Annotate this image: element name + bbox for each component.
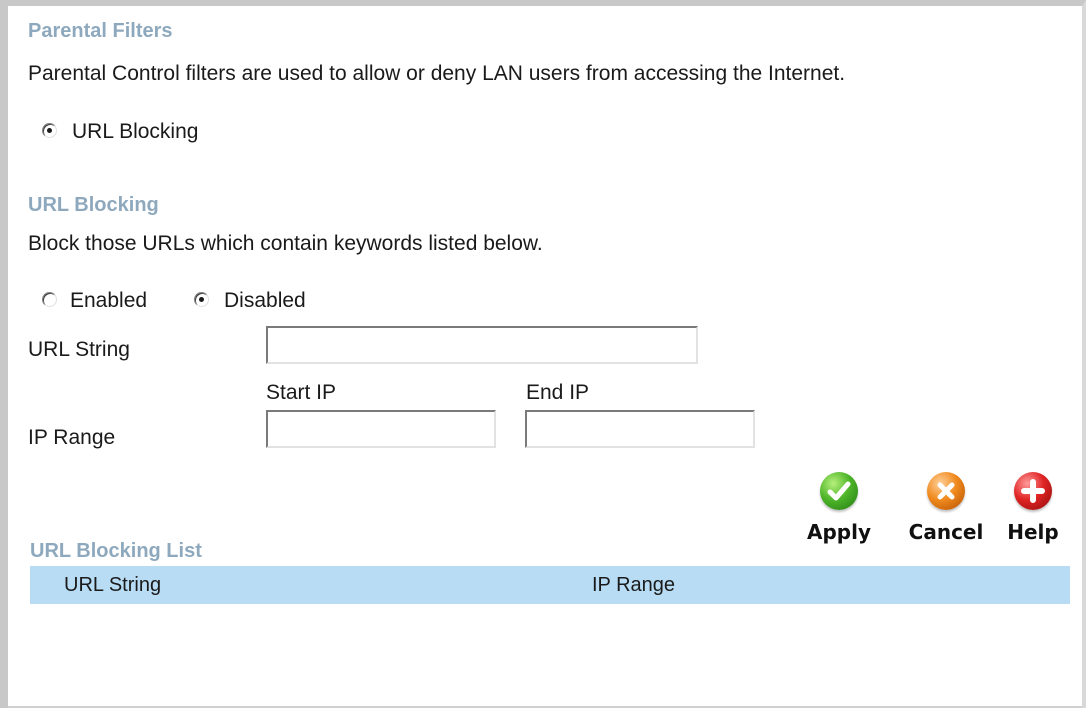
url-blocking-mode-radio[interactable] [42,123,57,138]
x-circle-icon [927,472,965,510]
disabled-label: Disabled [224,289,306,312]
check-circle-icon [820,472,858,510]
disabled-radio[interactable] [194,292,209,307]
apply-button[interactable]: Apply [794,472,884,544]
url-string-input[interactable] [266,326,698,364]
start-ip-label: Start IP [266,381,337,404]
plus-circle-icon [1014,472,1052,510]
url-blocking-description: Block those URLs which contain keywords … [28,232,543,255]
help-button[interactable]: Help [998,472,1068,544]
url-blocking-list-header: URL String IP Range [30,566,1070,604]
url-blocking-title: URL Blocking [28,194,159,216]
enabled-radio[interactable] [42,292,57,307]
ip-range-label: IP Range [28,426,116,449]
url-string-label: URL String [28,338,130,361]
page-frame: Parental Filters Parental Control filter… [0,0,1086,708]
enabled-label: Enabled [70,289,148,312]
end-ip-label: End IP [526,381,590,404]
cancel-label: Cancel [908,520,984,544]
cancel-button[interactable]: Cancel [898,472,994,544]
parental-filters-description: Parental Control filters are used to all… [28,62,846,85]
end-ip-input[interactable] [525,410,755,448]
help-label: Help [1007,520,1059,544]
url-blocking-mode-label: URL Blocking [72,120,199,143]
apply-label: Apply [806,520,871,544]
column-ip-range: IP Range [592,574,676,596]
start-ip-input[interactable] [266,410,496,448]
column-url-string: URL String [64,574,162,596]
url-blocking-list-title: URL Blocking List [30,540,202,562]
parental-filters-title: Parental Filters [28,20,173,42]
